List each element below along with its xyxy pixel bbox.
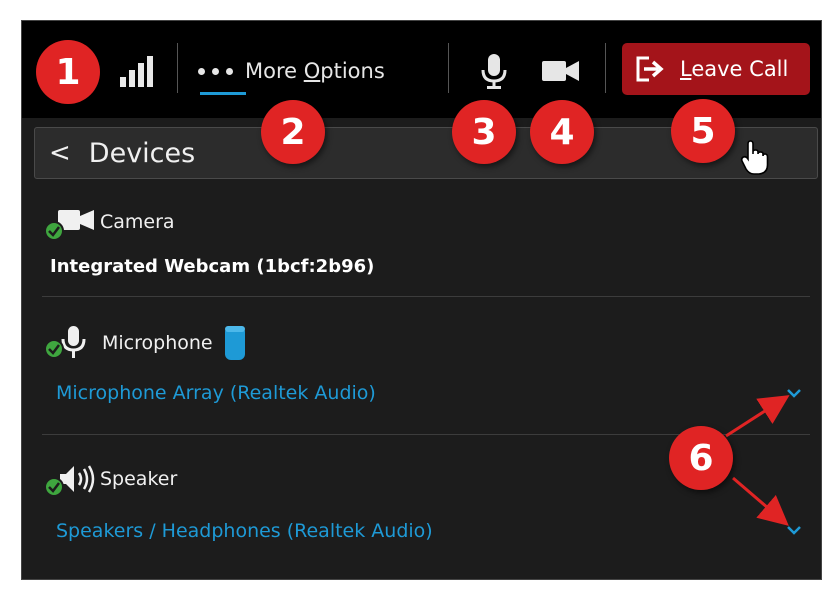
callout-badge-6: 6 — [669, 426, 733, 490]
callout-badge-2: 2 — [261, 100, 325, 164]
hand-cursor-icon — [740, 140, 769, 175]
callout-badge-4: 4 — [530, 100, 594, 164]
callout-badge-3: 3 — [452, 100, 516, 164]
callout-badge-1: 1 — [36, 40, 100, 104]
callout-arrows — [725, 395, 790, 526]
callout-badge-5: 5 — [671, 99, 735, 163]
